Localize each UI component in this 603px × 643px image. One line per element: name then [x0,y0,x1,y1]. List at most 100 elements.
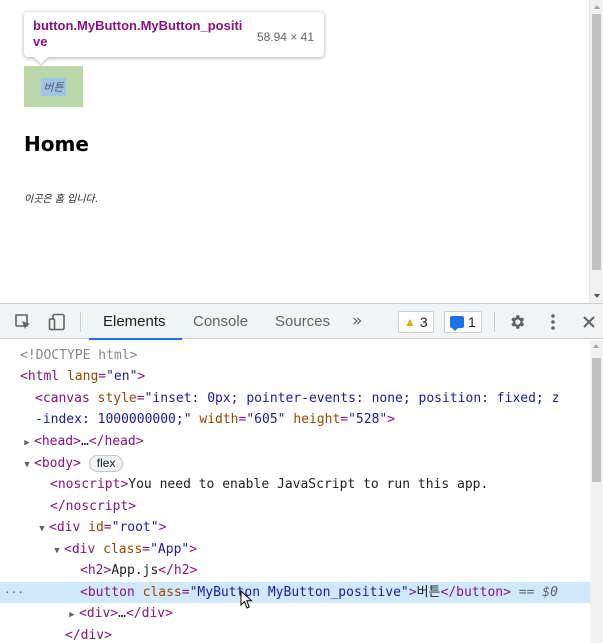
collapse-triangle-icon[interactable]: ▼ [35,519,49,538]
noscript-text: You need to enable JavaScript to run thi… [128,477,489,492]
app-class-value: "App" [150,542,190,557]
canvas-style-value-cont: -index: 1000000000;" [35,412,192,427]
messages-count: 1 [468,314,476,330]
dom-node-noscript[interactable]: <noscript>You need to enable JavaScript … [0,474,590,495]
toolbar-separator [80,312,81,332]
scroll-down-icon[interactable] [594,294,600,298]
dom-node-div-close[interactable]: </div> [0,625,590,643]
tab-console[interactable]: Console [193,304,248,339]
warnings-badge[interactable]: ▲ 3 [398,311,434,333]
root-id-value: "root" [111,520,159,535]
body-open: <body> [34,456,81,471]
dom-node-button-selected[interactable]: ··· <button class="MyButton MyButton_posi… [0,582,590,603]
dom-node-root[interactable]: ▼ <div id="root"> [0,517,590,538]
elements-tree: <!DOCTYPE html> <html lang="en"> <canvas… [0,340,603,643]
dom-node-noscript-close[interactable]: </noscript> [0,496,590,517]
expand-triangle-icon[interactable]: ▶ [65,605,79,624]
root-div-tag: <div [49,520,81,535]
app-div-end: </div> [65,628,112,643]
head-close: </head> [88,434,144,449]
collapse-triangle-icon[interactable]: ▼ [20,455,34,474]
button-label: 버튼 [41,77,66,96]
close-icon[interactable] [579,312,599,332]
h2-close: </h2> [158,563,198,578]
collapse-triangle-icon[interactable]: ▼ [50,541,64,560]
scrollbar-thumb[interactable] [592,358,601,482]
dom-node-head[interactable]: ▶ <head>…</head> [0,431,590,452]
noscript-close: </noscript> [50,499,137,514]
device-toolbar-icon[interactable] [47,312,67,332]
canvas-style-value: "inset: 0px; pointer-events: none; posit… [144,391,560,406]
div-close: </div> [125,606,173,621]
warning-icon: ▲ [404,315,416,329]
tooltip-arrow [34,57,48,64]
button-close: </button> [440,585,511,600]
canvas-height-value: "528" [348,412,388,427]
scroll-up-icon[interactable] [593,344,599,348]
h2-text: App.js [111,563,159,578]
head-ellipsis: … [80,434,89,449]
tooltip-selector: button.MyButton.MyButton_positive [33,18,243,49]
dom-node-app[interactable]: ▼ <div class="App"> [0,539,590,560]
button-tag: <button [80,585,135,600]
tab-sources[interactable]: Sources [275,304,330,339]
devtools-panel: Elements Console Sources » ▲ 3 1 <!DOCTY… [0,303,603,643]
devtools-toolbar: Elements Console Sources » ▲ 3 1 [0,304,603,340]
toolbar-separator [494,312,495,332]
tab-elements[interactable]: Elements [89,304,181,340]
noscript-open: <noscript> [50,477,129,492]
dom-node-html[interactable]: <html lang="en"> [0,366,590,387]
button-text: 버튼 [416,585,441,600]
dom-node-doctype[interactable]: <!DOCTYPE html> [0,345,590,366]
page-viewport: button.MyButton.MyButton_positive 58.94 … [0,0,603,303]
gear-icon[interactable] [507,312,527,332]
button-gt: > [408,585,417,600]
button-class-attr: class [142,585,182,600]
root-id-attr: id [88,520,104,535]
inspect-element-icon[interactable] [13,312,33,332]
html-tag: <html [20,369,60,384]
canvas-height-attr: height [293,412,341,427]
button-class-value: "MyButton MyButton_positive" [189,585,409,600]
page-title: Home [24,132,89,156]
warnings-count: 3 [419,314,428,330]
app-class-attr: class [103,542,143,557]
canvas-tag: <canvas [35,391,90,406]
html-lang-attr: lang [66,369,99,384]
page-paragraph: 이곳은 홈 입니다. [24,194,98,205]
more-tabs-button[interactable]: » [352,304,362,339]
div-open: <div> [79,606,119,621]
tooltip-size: 58.94 × 41 [256,30,314,44]
selected-node-ref: == $0 [518,585,558,600]
dom-node-body[interactable]: ▼ <body> flex [0,453,590,474]
canvas-close: > [387,412,396,427]
app-div-close: > [189,542,198,557]
canvas-width-attr: width [199,412,239,427]
messages-badge[interactable]: 1 [444,311,482,333]
dom-node-canvas-cont[interactable]: -index: 1000000000;" width="605" height=… [0,409,590,430]
flex-badge[interactable]: flex [88,455,124,472]
mouse-cursor-icon [240,590,253,609]
div-ellipsis: … [118,606,126,621]
html-lang-value: "en" [106,369,138,384]
dom-node-h2[interactable]: <h2>App.js</h2> [0,560,590,581]
dom-node-collapsed-div[interactable]: ▶ <div>…</div> [0,603,590,624]
message-icon [450,316,464,331]
page-scrollbar[interactable] [589,0,603,303]
h2-open: <h2> [80,563,112,578]
head-open: <head> [34,434,81,449]
root-div-close: > [158,520,167,535]
doctype-text: <!DOCTYPE html> [20,348,138,363]
dom-node-canvas[interactable]: <canvas style="inset: 0px; pointer-event… [0,388,590,409]
kebab-menu-icon[interactable] [543,312,563,332]
scroll-up-icon[interactable] [594,5,600,9]
inspect-tooltip: button.MyButton.MyButton_positive 58.94 … [24,12,324,64]
scrollbar-thumb[interactable] [592,14,601,270]
highlighted-button[interactable]: 버튼 [24,66,83,107]
more-actions-icon[interactable]: ··· [4,582,24,603]
elements-scrollbar[interactable] [590,340,603,643]
canvas-width-value: "605" [246,412,286,427]
canvas-style-attr: style [97,391,137,406]
expand-triangle-icon[interactable]: ▶ [20,433,34,452]
app-div-tag: <div [64,542,96,557]
